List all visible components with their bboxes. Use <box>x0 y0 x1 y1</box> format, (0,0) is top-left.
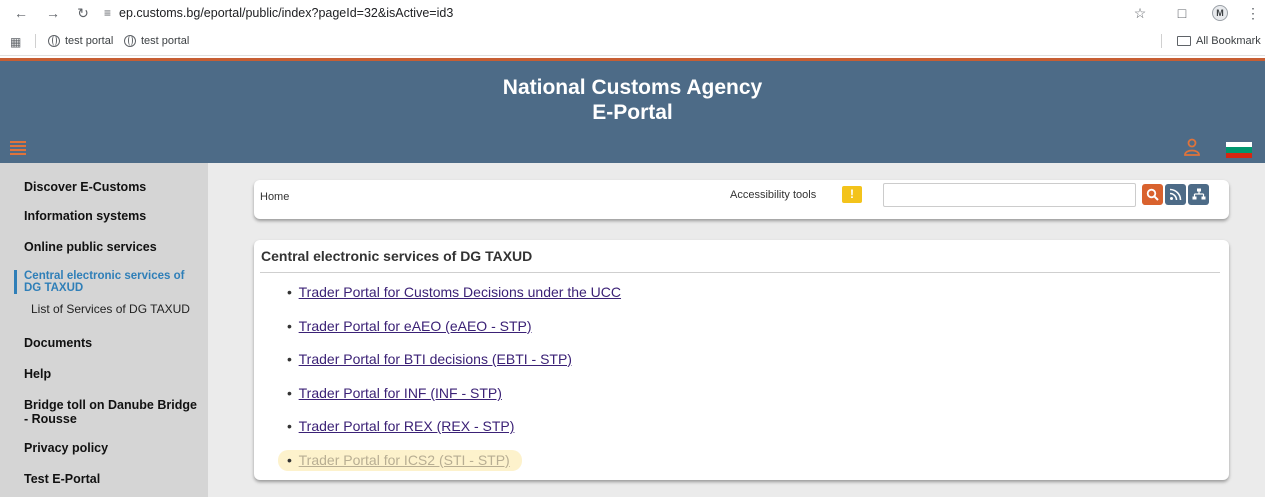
back-arrow-icon[interactable]: ← <box>10 2 32 24</box>
site-header: National Customs Agency E-Portal <box>0 58 1265 163</box>
services-title: Central electronic services of DG TAXUD <box>261 248 533 264</box>
profile-avatar[interactable]: M <box>1210 2 1230 24</box>
folder-icon <box>1177 36 1191 46</box>
service-link-ics2[interactable]: Trader Portal for ICS2 (STI - STP) <box>299 452 510 468</box>
bookmark-item[interactable]: test portal <box>48 35 113 47</box>
list-item: • Trader Portal for BTI decisions (EBTI … <box>287 351 572 367</box>
user-icon[interactable] <box>1183 138 1201 156</box>
service-link-rex[interactable]: Trader Portal for REX (REX - STP) <box>299 418 515 434</box>
alert-icon[interactable]: ! <box>842 186 862 203</box>
search-icon <box>1146 188 1159 201</box>
service-link-ebti[interactable]: Trader Portal for BTI decisions (EBTI - … <box>299 351 572 367</box>
apps-grid-icon[interactable]: ▦ <box>10 35 21 49</box>
globe-icon <box>124 35 136 47</box>
browser-toolbar: ← → ↻ ≡ ep.customs.bg/eportal/public/ind… <box>0 0 1265 27</box>
bullet: • <box>287 351 292 367</box>
services-divider <box>260 272 1220 273</box>
sidebar-active-label-line1: Central electronic services of <box>24 270 185 282</box>
address-bar[interactable]: ≡ ep.customs.bg/eportal/public/index?pag… <box>104 1 1144 25</box>
breadcrumb-bar: Home Accessibility tools ! <box>254 180 1229 219</box>
bulgarian-flag-icon[interactable] <box>1226 142 1252 158</box>
bookmarks-divider <box>1161 34 1162 48</box>
bullet: • <box>287 418 292 434</box>
sidebar-item-information-systems[interactable]: Information systems <box>24 209 146 223</box>
sidebar-item-help[interactable]: Help <box>24 367 51 381</box>
hamburger-menu-icon[interactable] <box>10 141 26 155</box>
list-item: • Trader Portal for Customs Decisions un… <box>287 284 621 300</box>
bookmarks-bar: ▦ test portal test portal All Bookmark <box>0 27 1265 56</box>
sidebar: Discover E-Customs Information systems O… <box>0 163 208 497</box>
list-item: • Trader Portal for ICS2 (STI - STP) <box>278 450 522 471</box>
sidebar-bridge-line1: Bridge toll on Danube Bridge <box>24 398 197 412</box>
list-item: • Trader Portal for INF (INF - STP) <box>287 385 502 401</box>
reload-icon[interactable]: ↻ <box>72 2 94 24</box>
bookmark-item[interactable]: test portal <box>124 35 189 47</box>
sidebar-item-documents[interactable]: Documents <box>24 336 92 350</box>
bookmark-label: test portal <box>65 35 114 47</box>
url-domain: ep.customs.bg <box>119 6 201 20</box>
sidebar-item-test-portal[interactable]: Test E-Portal <box>24 472 100 486</box>
site-title-line2: E-Portal <box>592 101 673 124</box>
main-content: Home Accessibility tools ! Central elect… <box>208 163 1265 497</box>
list-item: • Trader Portal for REX (REX - STP) <box>287 418 514 434</box>
sidebar-item-discover[interactable]: Discover E-Customs <box>24 180 146 194</box>
bookmark-label: test portal <box>141 35 190 47</box>
site-title: National Customs Agency E-Portal <box>0 75 1265 125</box>
all-bookmarks-label: All Bookmark <box>1196 35 1261 47</box>
sidebar-bridge-line2: - Rousse <box>24 412 77 426</box>
sidebar-item-dg-taxud[interactable]: Central electronic services of DG TAXUD <box>14 270 204 294</box>
bullet: • <box>287 318 292 334</box>
bullet: • <box>287 385 292 401</box>
services-panel: Central electronic services of DG TAXUD … <box>254 240 1229 480</box>
sidebar-active-label-line2: DG TAXUD <box>24 282 84 294</box>
sidebar-item-online-services[interactable]: Online public services <box>24 240 157 254</box>
bullet: • <box>287 452 292 468</box>
rss-icon <box>1169 188 1182 201</box>
sitemap-button[interactable] <box>1188 184 1209 205</box>
globe-icon <box>48 35 60 47</box>
chrome-menu-icon[interactable]: ⋮ <box>1244 2 1262 24</box>
breadcrumb-home[interactable]: Home <box>260 191 289 203</box>
bullet: • <box>287 284 292 300</box>
rss-button[interactable] <box>1165 184 1186 205</box>
sitemap-icon <box>1192 188 1205 200</box>
search-input[interactable] <box>883 183 1136 207</box>
site-info-icon[interactable]: ≡ <box>104 6 111 20</box>
service-link-inf[interactable]: Trader Portal for INF (INF - STP) <box>299 385 502 401</box>
all-bookmarks-button[interactable]: All Bookmark <box>1177 35 1261 47</box>
service-link-customs-decisions[interactable]: Trader Portal for Customs Decisions unde… <box>299 284 621 300</box>
sidebar-item-bridge-toll[interactable]: Bridge toll on Danube Bridge - Rousse <box>24 398 197 426</box>
extensions-icon[interactable]: □ <box>1172 2 1192 24</box>
search-button[interactable] <box>1142 184 1163 205</box>
accessibility-tools-link[interactable]: Accessibility tools <box>730 189 816 201</box>
site-title-line1: National Customs Agency <box>502 76 763 99</box>
sidebar-item-privacy[interactable]: Privacy policy <box>24 441 108 455</box>
list-item: • Trader Portal for eAEO (eAEO - STP) <box>287 318 532 334</box>
service-link-eaeo[interactable]: Trader Portal for eAEO (eAEO - STP) <box>299 318 532 334</box>
url-path: /eportal/public/index?pageId=32&isActive… <box>200 6 454 20</box>
sidebar-subitem-list-services[interactable]: List of Services of DG TAXUD <box>31 302 190 316</box>
bookmark-star-icon[interactable]: ☆ <box>1130 2 1150 24</box>
bookmarks-divider <box>35 34 36 48</box>
forward-arrow-icon[interactable]: → <box>42 2 64 24</box>
avatar: M <box>1212 5 1228 21</box>
